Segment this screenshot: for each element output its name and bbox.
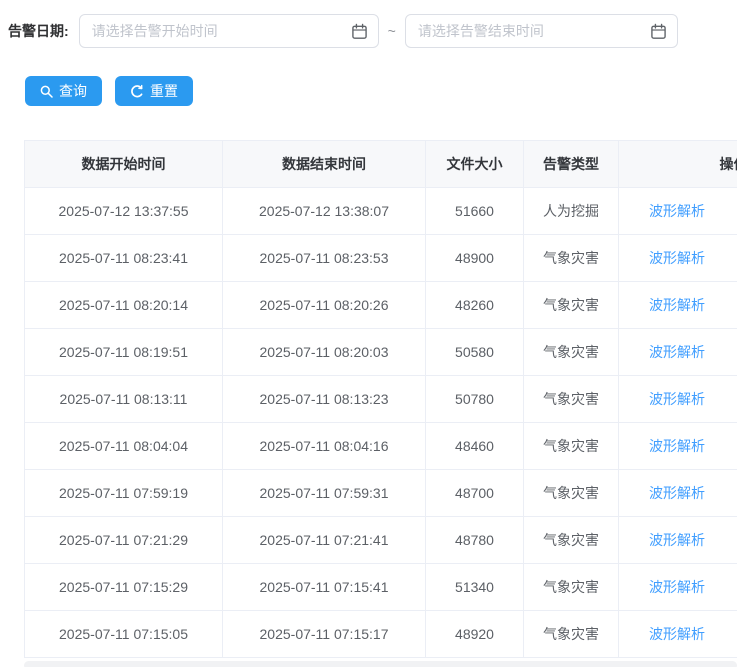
- cell-operation: 波形解析: [618, 328, 737, 376]
- cell-end-time: 2025-07-11 08:04:16: [222, 422, 426, 470]
- end-date-input[interactable]: [405, 15, 677, 47]
- refresh-icon: [131, 84, 143, 98]
- waveform-analysis-link[interactable]: 波形解析: [649, 250, 705, 266]
- cell-file-size: 48900: [425, 234, 524, 282]
- table-row: 2025-07-11 08:20:14 2025-07-11 08:20:26 48…: [24, 281, 737, 329]
- cell-alarm-type: 气象灾害: [523, 422, 619, 470]
- cell-start-time: 2025-07-11 08:04:04: [24, 422, 223, 470]
- cell-file-size: 48920: [425, 610, 524, 658]
- cell-alarm-type: 气象灾害: [523, 469, 619, 517]
- date-range-separator: ~: [387, 23, 396, 39]
- cell-alarm-type: 气象灾害: [523, 375, 619, 423]
- cell-start-time: 2025-07-11 07:59:19: [24, 469, 223, 517]
- table-row: 2025-07-11 07:59:19 2025-07-11 07:59:31 48…: [24, 469, 737, 517]
- cell-alarm-type: 气象灾害: [523, 281, 619, 329]
- cell-alarm-type: 气象灾害: [523, 610, 619, 658]
- cell-operation: 波形解析: [618, 469, 737, 517]
- query-button[interactable]: 查询: [25, 76, 102, 106]
- cell-alarm-type: 气象灾害: [523, 563, 619, 611]
- col-header-start-time: 数据开始时间: [24, 140, 223, 188]
- cell-file-size: 48780: [425, 516, 524, 564]
- waveform-analysis-link[interactable]: 波形解析: [649, 532, 705, 548]
- waveform-analysis-link[interactable]: 波形解析: [649, 579, 705, 595]
- cell-start-time: 2025-07-11 07:15:29: [24, 563, 223, 611]
- query-button-label: 查询: [59, 83, 87, 99]
- reset-button[interactable]: 重置: [115, 76, 193, 106]
- cell-file-size: 51340: [425, 563, 524, 611]
- col-header-end-time: 数据结束时间: [222, 140, 426, 188]
- cell-end-time: 2025-07-11 08:13:23: [222, 375, 426, 423]
- cell-file-size: 50580: [425, 328, 524, 376]
- col-header-operation: 操作: [618, 140, 737, 188]
- waveform-analysis-link[interactable]: 波形解析: [649, 626, 705, 642]
- start-date-picker[interactable]: [78, 14, 379, 48]
- cell-file-size: 50780: [425, 375, 524, 423]
- cell-operation: 波形解析: [618, 281, 737, 329]
- cell-end-time: 2025-07-12 13:38:07: [222, 187, 426, 235]
- cell-end-time: 2025-07-11 07:15:41: [222, 563, 426, 611]
- cell-operation: 波形解析: [618, 563, 737, 611]
- cell-alarm-type: 气象灾害: [523, 328, 619, 376]
- cell-end-time: 2025-07-11 08:20:03: [222, 328, 426, 376]
- cell-alarm-type: 气象灾害: [523, 234, 619, 282]
- table-body: 2025-07-12 13:37:55 2025-07-12 13:38:07 51…: [24, 187, 737, 658]
- cell-operation: 波形解析: [618, 422, 737, 470]
- waveform-analysis-link[interactable]: 波形解析: [649, 203, 705, 219]
- table-row: 2025-07-11 08:04:04 2025-07-11 08:04:16 48…: [24, 422, 737, 470]
- waveform-analysis-link[interactable]: 波形解析: [649, 297, 705, 313]
- table-row: 2025-07-11 07:15:05 2025-07-11 07:15:17 48…: [24, 610, 737, 658]
- waveform-analysis-link[interactable]: 波形解析: [649, 344, 705, 360]
- waveform-analysis-link[interactable]: 波形解析: [649, 391, 705, 407]
- table-row: 2025-07-12 13:37:55 2025-07-12 13:38:07 51…: [24, 187, 737, 235]
- cell-file-size: 48700: [425, 469, 524, 517]
- cell-operation: 波形解析: [618, 375, 737, 423]
- alarm-table-container: 数据开始时间 数据结束时间 文件大小 告警类型 操作 2025-07-12 13…: [24, 140, 737, 658]
- alarm-date-label: 告警日期:: [8, 23, 69, 39]
- cell-end-time: 2025-07-11 08:23:53: [222, 234, 426, 282]
- cell-file-size: 48260: [425, 281, 524, 329]
- cell-start-time: 2025-07-11 07:15:05: [24, 610, 223, 658]
- cell-operation: 波形解析: [618, 516, 737, 564]
- table-row: 2025-07-11 07:21:29 2025-07-11 07:21:41 48…: [24, 516, 737, 564]
- cell-operation: 波形解析: [618, 610, 737, 658]
- cell-file-size: 51660: [425, 187, 524, 235]
- table-row: 2025-07-11 07:15:29 2025-07-11 07:15:41 51…: [24, 563, 737, 611]
- cell-start-time: 2025-07-11 08:13:11: [24, 375, 223, 423]
- search-icon: [40, 85, 53, 98]
- cell-operation: 波形解析: [618, 187, 737, 235]
- cell-start-time: 2025-07-11 08:23:41: [24, 234, 223, 282]
- col-header-file-size: 文件大小: [425, 140, 524, 188]
- alarm-table: 数据开始时间 数据结束时间 文件大小 告警类型 操作 2025-07-12 13…: [24, 140, 737, 658]
- cell-end-time: 2025-07-11 07:21:41: [222, 516, 426, 564]
- table-row: 2025-07-11 08:13:11 2025-07-11 08:13:23 50…: [24, 375, 737, 423]
- waveform-analysis-link[interactable]: 波形解析: [649, 485, 705, 501]
- filter-bar: 告警日期: ~: [0, 0, 737, 48]
- table-header: 数据开始时间 数据结束时间 文件大小 告警类型 操作: [24, 140, 737, 188]
- cell-end-time: 2025-07-11 07:15:17: [222, 610, 426, 658]
- cell-start-time: 2025-07-11 08:19:51: [24, 328, 223, 376]
- cell-start-time: 2025-07-11 07:21:29: [24, 516, 223, 564]
- cell-end-time: 2025-07-11 08:20:26: [222, 281, 426, 329]
- horizontal-scrollbar[interactable]: [24, 661, 737, 667]
- cell-end-time: 2025-07-11 07:59:31: [222, 469, 426, 517]
- table-row: 2025-07-11 08:19:51 2025-07-11 08:20:03 50…: [24, 328, 737, 376]
- cell-start-time: 2025-07-12 13:37:55: [24, 187, 223, 235]
- cell-start-time: 2025-07-11 08:20:14: [24, 281, 223, 329]
- cell-alarm-type: 人为挖掘: [523, 187, 619, 235]
- reset-button-label: 重置: [150, 83, 178, 99]
- waveform-analysis-link[interactable]: 波形解析: [649, 438, 705, 454]
- cell-alarm-type: 气象灾害: [523, 516, 619, 564]
- end-date-picker[interactable]: [404, 14, 678, 48]
- cell-operation: 波形解析: [618, 234, 737, 282]
- action-toolbar: 查询 重置: [25, 76, 737, 106]
- start-date-input[interactable]: [79, 15, 378, 47]
- col-header-alarm-type: 告警类型: [523, 140, 619, 188]
- cell-file-size: 48460: [425, 422, 524, 470]
- table-row: 2025-07-11 08:23:41 2025-07-11 08:23:53 48…: [24, 234, 737, 282]
